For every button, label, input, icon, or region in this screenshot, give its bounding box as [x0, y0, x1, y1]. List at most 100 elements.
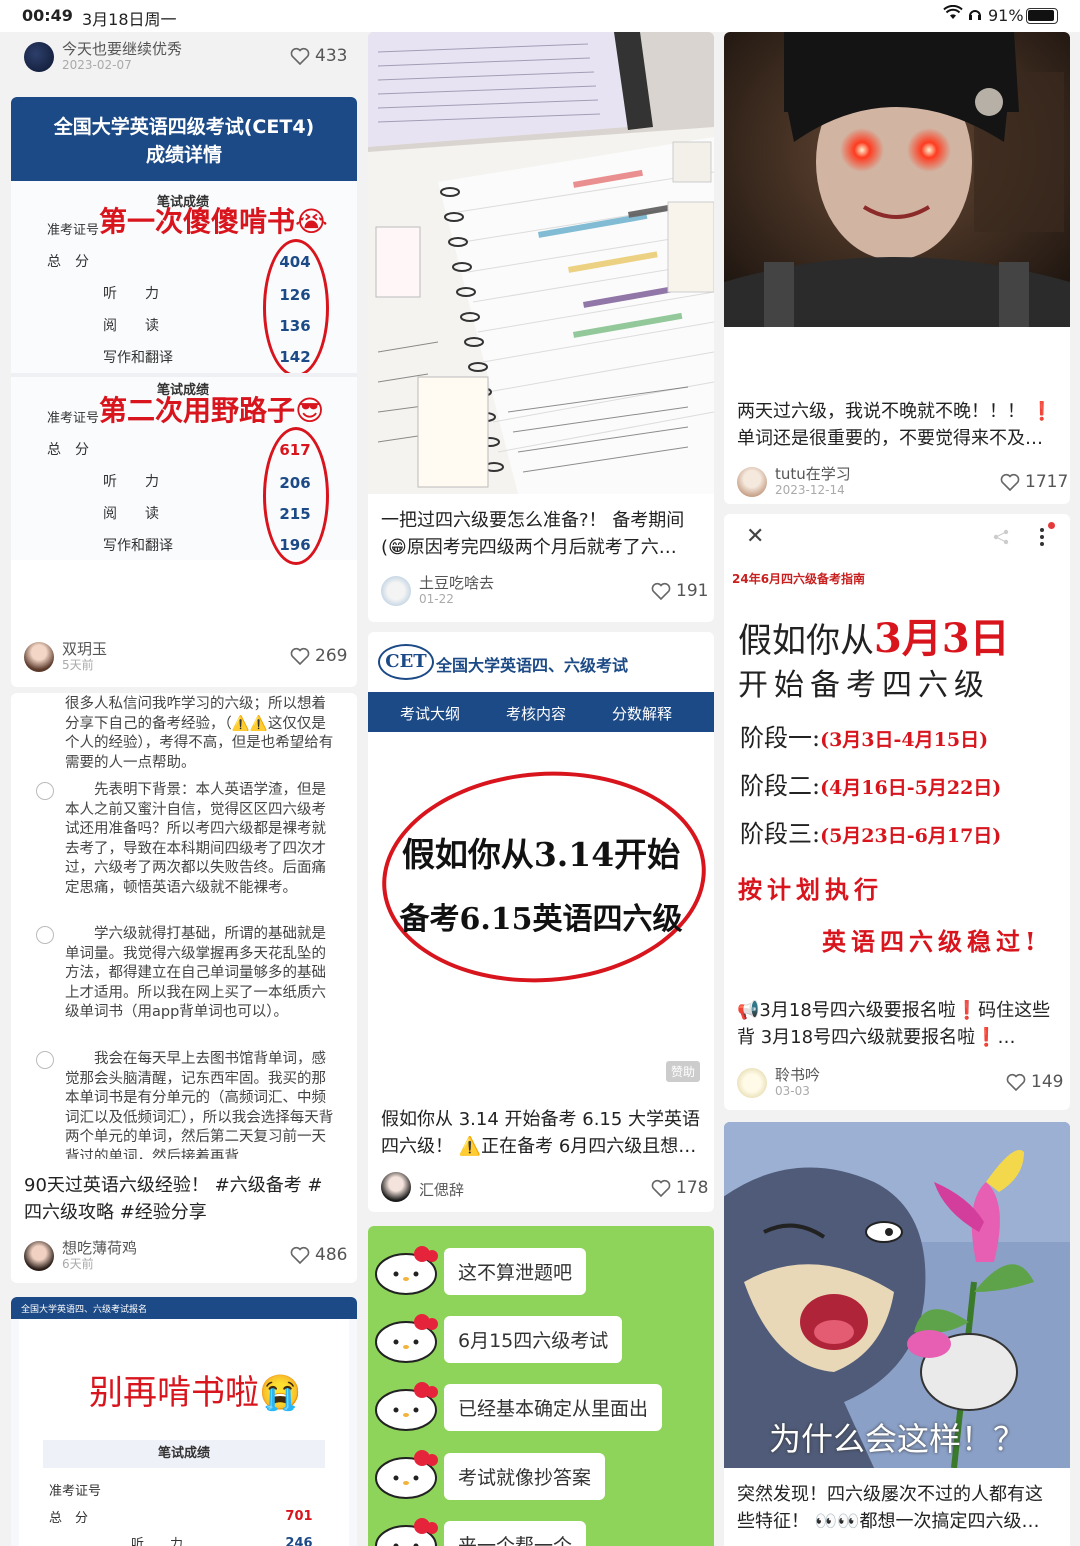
post-card[interactable]: 很多人私信问我咋学习的六级；所以想着分享下自己的备考经验，（⚠️⚠️这仅仅是个人… [11, 693, 357, 1283]
like-button[interactable]: 269 [290, 646, 347, 666]
headline-line: 备考6.15英语四六级 [399, 902, 683, 937]
post-image[interactable]: CET 全国大学英语四、六级考试 考试大纲 考核内容 分数解释 假如你从3.14… [368, 632, 714, 1092]
like-button[interactable]: 1717 [1000, 472, 1068, 492]
like-button[interactable]: 433 [290, 46, 347, 66]
post-card[interactable]: ✕ 24年6月四六级备考指南 假如你从3月3日 开始备考四六级 阶段一:(3月3… [724, 514, 1070, 1110]
status-date: 3月18日周一 [82, 10, 177, 29]
chat-bubble: 来一个帮一个 [444, 1521, 587, 1546]
author-name[interactable]: 今天也要继续优秀 [62, 40, 182, 58]
author-name[interactable]: 汇偲辞 [419, 1181, 464, 1199]
post-date: 03-03 [775, 1084, 810, 1098]
note-paragraph: 我会在每天早上去图书馆背单词，感觉那会头脑清醒，记东西牢固。我买的那本单词书是有… [65, 1051, 334, 1159]
author-name[interactable]: 想吃薄荷鸡 [62, 1239, 137, 1257]
score-label: 听 力 [103, 286, 159, 302]
author-row[interactable]: tutu在学习 2023-12-14 [737, 465, 851, 498]
author-row[interactable]: 今天也要继续优秀 2023-02-07 [24, 40, 182, 73]
status-bar: 00:49 3月18日周一 91% [0, 0, 1080, 32]
heart-icon [651, 1179, 671, 1197]
bullet-circle [36, 926, 54, 944]
chat-bubble: 6月15四六级考试 [444, 1316, 623, 1363]
plan-line: 假如你从3月3日 [738, 615, 1010, 662]
post-card[interactable]: 为什么会这样！？ 突然发现！四六级屡次不过的人都有这些特征！ 👀👀都想一次搞定四… [724, 1122, 1070, 1546]
tab-syllabus[interactable]: 考试大纲 [400, 703, 460, 724]
id-label: 准考证号 [49, 1484, 102, 1499]
plan-note: 英语四六级稳过! [822, 927, 1041, 956]
post-image[interactable]: 很多人私信问我咋学习的六级；所以想着分享下自己的备考经验，（⚠️⚠️这仅仅是个人… [11, 693, 357, 1159]
author-row[interactable]: 想吃薄荷鸡 6天前 [24, 1239, 137, 1272]
post-title[interactable]: 90天过英语六级经验！ #六级备考 # 四六级攻略 #经验分享 [24, 1172, 346, 1226]
post-image[interactable] [368, 32, 714, 494]
close-icon[interactable]: ✕ [746, 524, 764, 549]
avatar[interactable] [24, 641, 54, 672]
tab-content[interactable]: 考核内容 [506, 703, 566, 724]
chat-bubble: 已经基本确定从里面出 [444, 1384, 663, 1431]
note-paragraph: 学六级就得打基础，所谓的基础就是单词量。我觉得六级掌握再多天花乱坠的方法，都得建… [65, 926, 326, 1020]
heart-icon [1000, 473, 1020, 491]
score-label: 总 分 [49, 1511, 89, 1526]
author-name[interactable]: 双玥玉 [62, 640, 107, 658]
author-row[interactable]: 聆书吟 03-03 [737, 1066, 820, 1099]
post-title[interactable]: 两天过六级，我说不晚就不晚！！！ ❗️单词还是很重要的，不要觉得来不及… [737, 398, 1059, 452]
post-card[interactable]: 一把过四六级要怎么准备?！ 备考期间 (😁原因考完四级两个月后就考了六… 土豆吃… [368, 32, 714, 622]
avatar[interactable] [381, 575, 411, 606]
avatar[interactable] [24, 41, 54, 72]
tab-scores[interactable]: 分数解释 [612, 703, 672, 724]
post-card[interactable]: CET 全国大学英语四、六级考试 考试大纲 考核内容 分数解释 假如你从3.14… [368, 632, 714, 1212]
post-date: 2023-02-07 [62, 58, 132, 72]
author-row[interactable]: 双玥玉 5天前 [24, 640, 107, 673]
like-button[interactable]: 149 [1006, 1072, 1063, 1092]
red-title: 别再啃书啦😭 [89, 1373, 302, 1413]
hello-kitty-icon [372, 1244, 442, 1296]
post-image[interactable] [724, 32, 1070, 327]
like-button[interactable]: 486 [290, 1245, 347, 1265]
post-image[interactable]: 全国大学英语四、六级考试报名 别再啃书啦😭 笔试成绩 准考证号 总 分 701 … [11, 1297, 357, 1546]
avatar[interactable] [381, 1172, 411, 1202]
more-icon[interactable] [1038, 526, 1046, 552]
post-image[interactable]: 这不算泄题吧 6月15四六级考试 已经基本确定从里面出 考试就像抄答案 来一个帮… [368, 1226, 714, 1546]
like-count: 1717 [1025, 472, 1069, 492]
plan-note: 按计划执行 [738, 875, 883, 904]
score-label: 写作和翻译 [103, 350, 173, 366]
like-count: 269 [315, 646, 348, 666]
post-date: 01-22 [419, 592, 454, 606]
author-row[interactable]: 汇偲辞 [381, 1172, 464, 1202]
post-title[interactable]: 一把过四六级要怎么准备?！ 备考期间 (😁原因考完四级两个月后就考了六… [381, 507, 703, 561]
score-label: 听 力 [103, 474, 159, 490]
post-card[interactable]: 全国大学英语四级考试(CET4) 成绩详情 笔试成绩 准考证号 第一次傻傻啃书😭… [11, 97, 357, 687]
post-card[interactable]: 两天过六级，我说不晚就不晚！！！ ❗️单词还是很重要的，不要觉得来不及… tut… [724, 32, 1070, 504]
bullet-circle [36, 782, 54, 800]
score-label: 总 分 [47, 442, 89, 458]
post-date: 5天前 [62, 658, 94, 672]
author-name[interactable]: tutu在学习 [775, 465, 851, 483]
score-header: 全国大学英语四、六级考试报名 [11, 1297, 357, 1319]
post-card[interactable]: 全国大学英语四、六级考试报名 别再啃书啦😭 笔试成绩 准考证号 总 分 701 … [11, 1297, 357, 1546]
note-paragraph: 很多人私信问我咋学习的六级；所以想着分享下自己的备考经验，（⚠️⚠️这仅仅是个人… [65, 696, 334, 771]
plan-line: 开始备考四六级 [738, 668, 990, 703]
share-icon[interactable] [992, 528, 1010, 550]
author-row[interactable]: 土豆吃啥去 01-22 [381, 574, 494, 607]
red-title: 第一次傻傻啃书😭 [99, 205, 328, 238]
post-image[interactable]: ✕ 24年6月四六级备考指南 假如你从3月3日 开始备考四六级 阶段一:(3月3… [724, 514, 1070, 984]
id-label: 准考证号 [47, 223, 100, 238]
like-button[interactable]: 191 [651, 581, 708, 601]
wifi-icon [943, 4, 963, 25]
avatar[interactable] [737, 1067, 767, 1098]
like-count: 191 [676, 581, 709, 601]
post-title[interactable]: 假如你从 3.14 开始备考 6.15 大学英语四六级！ ⚠️正在备考 6月四六… [381, 1106, 703, 1160]
post-image[interactable]: 为什么会这样！？ [724, 1122, 1070, 1468]
author-name[interactable]: 聆书吟 [775, 1066, 820, 1084]
post-title[interactable]: 📢3月18号四六级要报名啦❗️码住这些背 3月18号四六级就要报名啦❗️… [737, 997, 1059, 1051]
score-value: 701 [285, 1509, 313, 1524]
red-circle [263, 427, 329, 565]
like-button[interactable]: 178 [651, 1178, 708, 1198]
post-card[interactable]: 这不算泄题吧 6月15四六级考试 已经基本确定从里面出 考试就像抄答案 来一个帮… [368, 1226, 714, 1546]
heart-icon [290, 47, 310, 65]
tab-bar: 考试大纲 考核内容 分数解释 [368, 692, 714, 732]
red-circle [263, 239, 329, 377]
avatar[interactable] [24, 1240, 54, 1271]
post-title[interactable]: 突然发现！四六级屡次不过的人都有这些特征！ 👀👀都想一次搞定四六级… [737, 1481, 1059, 1535]
author-name[interactable]: 土豆吃啥去 [419, 574, 494, 592]
image-caption: 为什么会这样！？ [768, 1420, 1025, 1458]
avatar[interactable] [737, 466, 767, 497]
post-image[interactable]: 全国大学英语四级考试(CET4) 成绩详情 笔试成绩 准考证号 第一次傻傻啃书😭… [11, 97, 357, 565]
